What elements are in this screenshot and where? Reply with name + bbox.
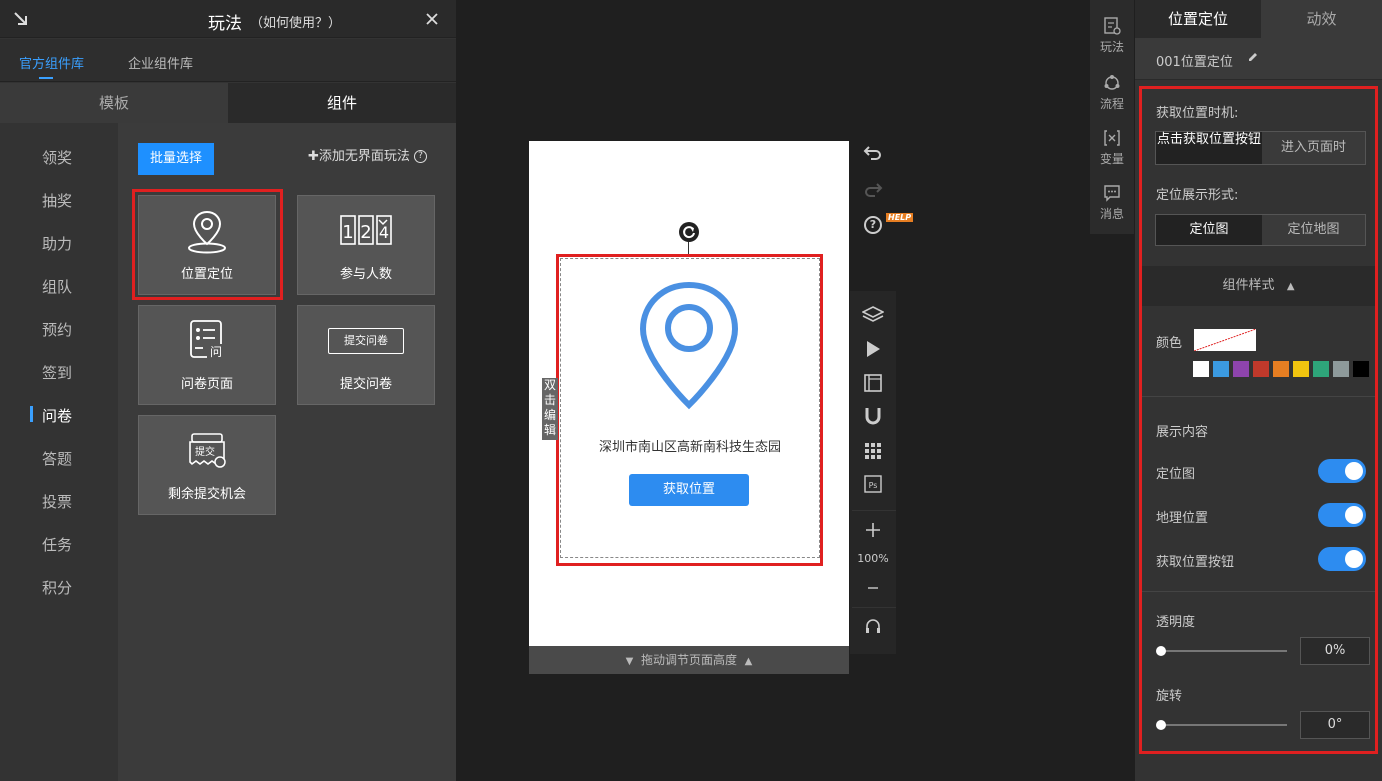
triangle-up-icon: ▲ — [744, 656, 753, 667]
submit-chance-icon: 提交 — [139, 430, 275, 470]
category-item-active[interactable]: 问卷 — [42, 405, 72, 426]
film-icon[interactable] — [850, 374, 896, 392]
category-item[interactable]: 投票 — [42, 491, 72, 512]
active-category-indicator — [30, 406, 33, 422]
selection-highlight — [132, 189, 283, 300]
component-name-row: 001位置定位 — [1135, 38, 1382, 80]
component-card-submit[interactable]: 提交问卷 提交问卷 — [297, 305, 435, 405]
help-icon[interactable]: ? — [864, 216, 882, 234]
svg-text:2: 2 — [360, 222, 371, 243]
double-click-edit-tag[interactable]: 双击编辑 — [542, 378, 558, 440]
component-name: 001位置定位 — [1156, 55, 1233, 70]
tab-enterprise-library[interactable]: 企业组件库 — [128, 53, 193, 72]
counter-icon: 1 2 4 — [298, 214, 434, 246]
zoom-out-icon[interactable] — [850, 581, 896, 595]
mode-tabs: 模板 组件 — [0, 83, 456, 123]
plus-icon: ✚ — [308, 149, 319, 164]
component-label: 问卷页面 — [180, 377, 233, 392]
add-no-ui-label: 添加无界面玩法 — [318, 149, 410, 164]
map-pin-icon — [638, 280, 740, 410]
submit-button-icon: 提交问卷 — [298, 328, 434, 354]
drag-height-label: 拖动调节页面高度 — [640, 653, 737, 667]
vtab-play[interactable]: 玩法 — [1090, 17, 1134, 55]
variable-icon — [1090, 129, 1134, 147]
toolbar-divider — [852, 607, 896, 608]
triangle-down-icon: ▼ — [625, 656, 634, 667]
collapse-arrow-icon[interactable] — [12, 10, 30, 28]
rotate-icon[interactable] — [679, 222, 699, 242]
layers-icon[interactable] — [850, 305, 896, 325]
play-list-icon — [1090, 17, 1134, 35]
left-panel: 玩法 （如何使用？） 官方组件库 企业组件库 模板 组件 领奖 抽奖 助力 组队… — [0, 0, 456, 781]
questionnaire-icon: 问 — [139, 318, 275, 360]
component-card-questionnaire[interactable]: 问 问卷页面 — [138, 305, 276, 405]
tab-location[interactable]: 位置定位 — [1135, 0, 1261, 38]
panel-title: 玩法 — [208, 14, 242, 34]
vtab-label: 玩法 — [1099, 40, 1124, 54]
component-label: 参与人数 — [339, 267, 392, 282]
how-to-use-link[interactable]: （如何使用？） — [250, 12, 341, 31]
category-item[interactable]: 签到 — [42, 362, 72, 383]
component-label: 提交问卷 — [339, 377, 392, 392]
support-headset-icon[interactable] — [850, 618, 896, 636]
edit-pencil-icon[interactable] — [1247, 51, 1259, 63]
flow-icon — [1090, 74, 1134, 92]
grid-icon[interactable] — [850, 443, 896, 459]
help-circle-icon[interactable]: ? — [414, 150, 428, 163]
tab-templates[interactable]: 模板 — [0, 83, 228, 123]
zoom-in-icon[interactable] — [850, 522, 896, 538]
close-icon[interactable] — [426, 13, 438, 25]
page-height-handle[interactable]: ▼ 拖动调节页面高度 ▲ — [529, 646, 849, 674]
properties-highlight — [1139, 86, 1378, 754]
svg-text:问: 问 — [210, 345, 222, 359]
magnet-icon[interactable] — [850, 406, 896, 426]
get-location-button[interactable]: 获取位置 — [629, 474, 749, 506]
category-item[interactable]: 组队 — [42, 276, 72, 297]
category-item[interactable]: 助力 — [42, 233, 72, 254]
category-item[interactable]: 积分 — [42, 577, 72, 598]
library-tabs: 官方组件库 企业组件库 — [0, 39, 456, 82]
svg-text:4: 4 — [379, 223, 389, 242]
category-item[interactable]: 抽奖 — [42, 190, 72, 211]
ps-import-icon[interactable]: Ps — [850, 475, 896, 493]
play-icon[interactable] — [850, 340, 896, 358]
message-icon — [1090, 184, 1134, 202]
category-item[interactable]: 领奖 — [42, 147, 72, 168]
svg-text:1: 1 — [342, 222, 353, 243]
submit-icon-text: 提交问卷 — [328, 328, 404, 354]
batch-select-button[interactable]: 批量选择 — [138, 143, 214, 175]
toolbar-divider — [852, 510, 896, 511]
zoom-level: 100% — [857, 552, 889, 565]
add-no-ui-play-link[interactable]: ✚添加无界面玩法 ? — [308, 145, 428, 164]
component-card-remaining-chances[interactable]: 提交 剩余提交机会 — [138, 415, 276, 515]
undo-icon[interactable] — [850, 143, 896, 161]
component-card-participants[interactable]: 1 2 4 参与人数 — [297, 195, 435, 295]
help-badge: HELP — [886, 213, 914, 222]
vtab-flow[interactable]: 流程 — [1090, 74, 1134, 112]
vtab-label: 消息 — [1099, 207, 1124, 221]
vtab-messages[interactable]: 消息 — [1090, 184, 1134, 222]
tab-animation[interactable]: 动效 — [1261, 0, 1382, 38]
category-item[interactable]: 预约 — [42, 319, 72, 340]
category-item[interactable]: 答题 — [42, 448, 72, 469]
tab-components[interactable]: 组件 — [228, 83, 456, 123]
tab-official-library[interactable]: 官方组件库 — [19, 53, 84, 79]
component-label: 剩余提交机会 — [167, 487, 246, 502]
left-panel-header: 玩法 （如何使用？） — [0, 0, 456, 38]
chance-icon-text: 提交 — [195, 447, 215, 458]
vtab-variables[interactable]: 变量 — [1090, 129, 1134, 167]
redo-icon[interactable] — [850, 180, 896, 198]
vtab-label: 变量 — [1099, 152, 1124, 166]
address-text: 深圳市南山区高新南科技生态园 — [598, 440, 781, 455]
svg-text:Ps: Ps — [869, 481, 878, 490]
vtab-label: 流程 — [1099, 97, 1124, 111]
category-item[interactable]: 任务 — [42, 534, 72, 555]
